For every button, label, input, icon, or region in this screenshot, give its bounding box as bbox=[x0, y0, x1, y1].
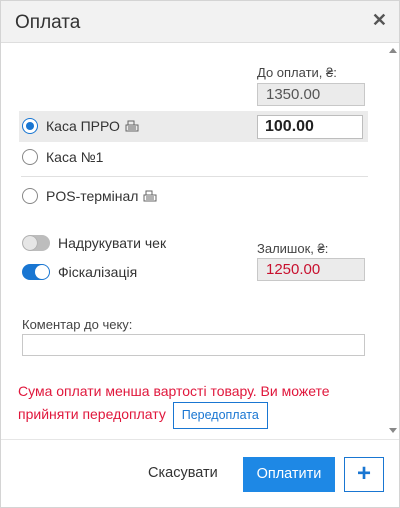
payment-dialog: Оплата ✕ До оплати, ₴: 1350.00 Каса ПРРО… bbox=[0, 0, 400, 508]
prepayment-button[interactable]: Передоплата bbox=[172, 402, 268, 429]
pay-button[interactable]: Оплатити bbox=[243, 457, 335, 492]
dialog-body: До оплати, ₴: 1350.00 Каса ПРРО 100.00 К… bbox=[1, 44, 399, 439]
due-amount-field: 1350.00 bbox=[257, 83, 365, 106]
remainder-field: 1250.00 bbox=[257, 258, 365, 281]
radio-kasa-prro[interactable] bbox=[22, 118, 38, 134]
scroll-up-icon[interactable] bbox=[389, 48, 397, 53]
remainder-label: Залишок, ₴: bbox=[257, 241, 329, 256]
dialog-header: Оплата ✕ bbox=[1, 1, 399, 43]
underpayment-warning: Сума оплати менша вартості товару. Ви мо… bbox=[18, 380, 368, 429]
radio-pos-terminal[interactable] bbox=[22, 188, 38, 204]
cash-register-icon bbox=[143, 190, 157, 202]
cancel-button[interactable]: Скасувати bbox=[148, 465, 218, 481]
dialog-footer: Скасувати Оплатити + bbox=[1, 439, 399, 507]
radio-kasa-1[interactable] bbox=[22, 149, 38, 165]
print-receipt-label: Надрукувати чек bbox=[58, 235, 167, 251]
print-receipt-toggle[interactable] bbox=[22, 235, 50, 251]
method-label-kasa-prro: Каса ПРРО bbox=[46, 118, 120, 134]
scroll-down-icon[interactable] bbox=[389, 428, 397, 433]
comment-label: Коментар до чеку: bbox=[22, 317, 133, 332]
divider bbox=[21, 176, 368, 177]
payment-amount-input[interactable]: 100.00 bbox=[257, 115, 363, 139]
scrollbar[interactable] bbox=[387, 44, 399, 439]
dialog-title: Оплата bbox=[15, 12, 81, 33]
method-label-pos-terminal: POS-термінал bbox=[46, 188, 139, 204]
fiscalization-label: Фіскалізація bbox=[58, 264, 138, 280]
comment-input[interactable] bbox=[22, 334, 365, 356]
cash-register-icon bbox=[125, 120, 139, 132]
fiscalization-toggle[interactable] bbox=[22, 264, 50, 280]
due-label: До оплати, ₴: bbox=[257, 65, 337, 80]
close-icon[interactable]: ✕ bbox=[372, 10, 387, 31]
method-label-kasa-1: Каса №1 bbox=[46, 149, 104, 165]
add-payment-button[interactable]: + bbox=[344, 457, 384, 492]
